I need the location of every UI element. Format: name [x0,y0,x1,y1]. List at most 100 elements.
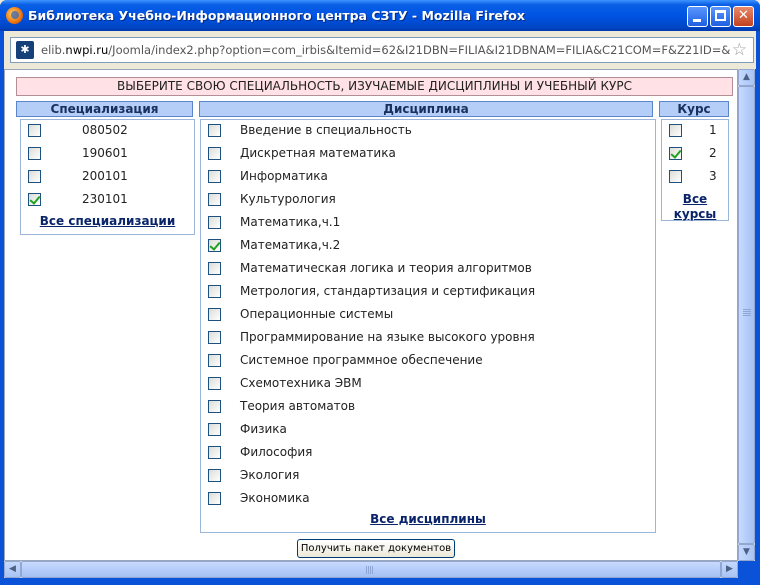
url-text[interactable]: elib.nwpi.ru/Joomla/index2.php?option=co… [41,43,731,57]
instruction-banner: ВЫБЕРИТЕ СВОЮ СПЕЦИАЛЬНОСТЬ, ИЗУЧАЕМЫЕ Д… [16,77,733,96]
course-checkbox[interactable] [669,170,682,183]
specialization-checkbox[interactable] [28,147,41,160]
discipline-checkbox[interactable] [208,377,221,390]
discipline-row[interactable]: Математическая логика и теория алгоритмо… [208,260,648,278]
window-bottom-border [0,578,760,585]
all-specializations-link[interactable]: Все специализации [21,214,194,228]
discipline-row[interactable]: Информатика [208,168,648,186]
discipline-row[interactable]: Системное программное обеспечение [208,352,648,370]
discipline-checkbox[interactable] [208,400,221,413]
close-button[interactable]: ✕ [733,6,754,27]
discipline-row[interactable]: Экономика [208,490,648,508]
course-row[interactable]: 3 [669,168,721,186]
course-label: 1 [709,123,717,137]
course-label: 3 [709,169,717,183]
discipline-label: Введение в специальность [240,123,412,137]
discipline-row[interactable]: Философия [208,444,648,462]
specialization-label: 190601 [82,146,128,160]
discipline-row[interactable]: Физика [208,421,648,439]
firefox-icon [6,7,23,24]
all-courses-link-line2[interactable]: курсы [662,207,728,221]
minimize-icon [693,19,701,22]
discipline-checkbox[interactable] [208,193,221,206]
discipline-row[interactable]: Математика,ч.1 [208,214,648,232]
url-field[interactable]: ✱ elib.nwpi.ru/Joomla/index2.php?option=… [10,37,754,63]
discipline-label: Теория автоматов [240,399,356,413]
page-content: ВЫБЕРИТЕ СВОЮ СПЕЦИАЛЬНОСТЬ, ИЗУЧАЕМЫЕ Д… [4,69,738,561]
discipline-label: Программирование на языке высокого уровн… [240,330,535,344]
discipline-checkbox[interactable] [208,446,221,459]
specialization-row[interactable]: 190601 [28,145,188,163]
horizontal-scrollbar[interactable]: ◀ ▶ [4,561,738,578]
discipline-row[interactable]: Дискретная математика [208,145,648,163]
discipline-checkbox[interactable] [208,285,221,298]
discipline-row[interactable]: Культурология [208,191,648,209]
discipline-checkbox[interactable] [208,170,221,183]
specialization-row[interactable]: 230101 [28,191,188,209]
vertical-scrollbar[interactable]: ▲ ▼ [738,69,755,561]
discipline-label: Метрология, стандартизация и сертификаци… [240,284,536,298]
discipline-row[interactable]: Программирование на языке высокого уровн… [208,329,648,347]
course-header: Курс [659,101,729,117]
vertical-scroll-thumb[interactable] [738,86,755,544]
discipline-label: Физика [240,422,287,436]
discipline-checkbox[interactable] [208,423,221,436]
discipline-checkbox[interactable] [208,216,221,229]
discipline-label: Информатика [240,169,328,183]
specialization-row[interactable]: 080502 [28,122,188,140]
minimize-button[interactable] [687,6,708,27]
discipline-row[interactable]: Метрология, стандартизация и сертификаци… [208,283,648,301]
discipline-label: Математика,ч.2 [240,238,341,252]
discipline-checkbox[interactable] [208,262,221,275]
discipline-row[interactable]: Схемотехника ЭВМ [208,375,648,393]
title-bar[interactable]: Библиотека Учебно-Информационного центра… [0,0,760,31]
discipline-checkbox[interactable] [208,308,221,321]
discipline-checkbox[interactable] [208,354,221,367]
all-courses-link-line1[interactable]: Все [662,192,728,206]
course-row[interactable]: 2 [669,145,721,163]
maximize-icon [715,10,726,21]
course-checkbox[interactable] [669,147,682,160]
joomla-site-icon: ✱ [16,41,34,59]
maximize-button[interactable] [710,6,731,27]
discipline-checkbox[interactable] [208,239,221,252]
discipline-checkbox[interactable] [208,124,221,137]
specialization-checkbox[interactable] [28,170,41,183]
discipline-row[interactable]: Введение в специальность [208,122,648,140]
get-documents-button[interactable]: Получить пакет документов [297,539,455,558]
discipline-label: Дискретная математика [240,146,396,160]
discipline-checkbox[interactable] [208,147,221,160]
course-row[interactable]: 1 [669,122,721,140]
discipline-row[interactable]: Математика,ч.2 [208,237,648,255]
scroll-left-button[interactable]: ◀ [4,561,21,578]
scroll-right-button[interactable]: ▶ [721,561,738,578]
discipline-checkbox[interactable] [208,492,221,505]
discipline-label: Экология [240,468,300,482]
course-label: 2 [709,146,717,160]
discipline-checkbox[interactable] [208,469,221,482]
discipline-label: Математика,ч.1 [240,215,341,229]
discipline-panel: Введение в специальность Дискретная матем… [200,119,656,533]
specialization-checkbox[interactable] [28,124,41,137]
specialization-row[interactable]: 200101 [28,168,188,186]
discipline-row[interactable]: Операционные системы [208,306,648,324]
scroll-up-button[interactable]: ▲ [738,69,755,86]
specialization-panel: 080502 190601 200101 230101 Все специализац… [20,119,195,235]
specialization-checkbox[interactable] [28,193,41,206]
course-checkbox[interactable] [669,124,682,137]
horizontal-scroll-thumb[interactable] [21,561,721,578]
specialization-label: 200101 [82,169,128,183]
scroll-down-button[interactable]: ▼ [738,544,755,561]
discipline-row[interactable]: Экология [208,467,648,485]
discipline-label: Системное программное обеспечение [240,353,483,367]
bookmark-star-icon[interactable]: ☆ [732,40,747,60]
discipline-label: Философия [240,445,313,459]
browser-window: Библиотека Учебно-Информационного центра… [0,0,760,585]
all-disciplines-link[interactable]: Все дисциплины [201,512,655,526]
discipline-checkbox[interactable] [208,331,221,344]
discipline-row[interactable]: Теория автоматов [208,398,648,416]
specialization-header: Специализация [16,101,193,117]
discipline-label: Математическая логика и теория алгоритмо… [240,261,532,275]
discipline-label: Экономика [240,491,310,505]
window-title: Библиотека Учебно-Информационного центра… [28,8,525,23]
